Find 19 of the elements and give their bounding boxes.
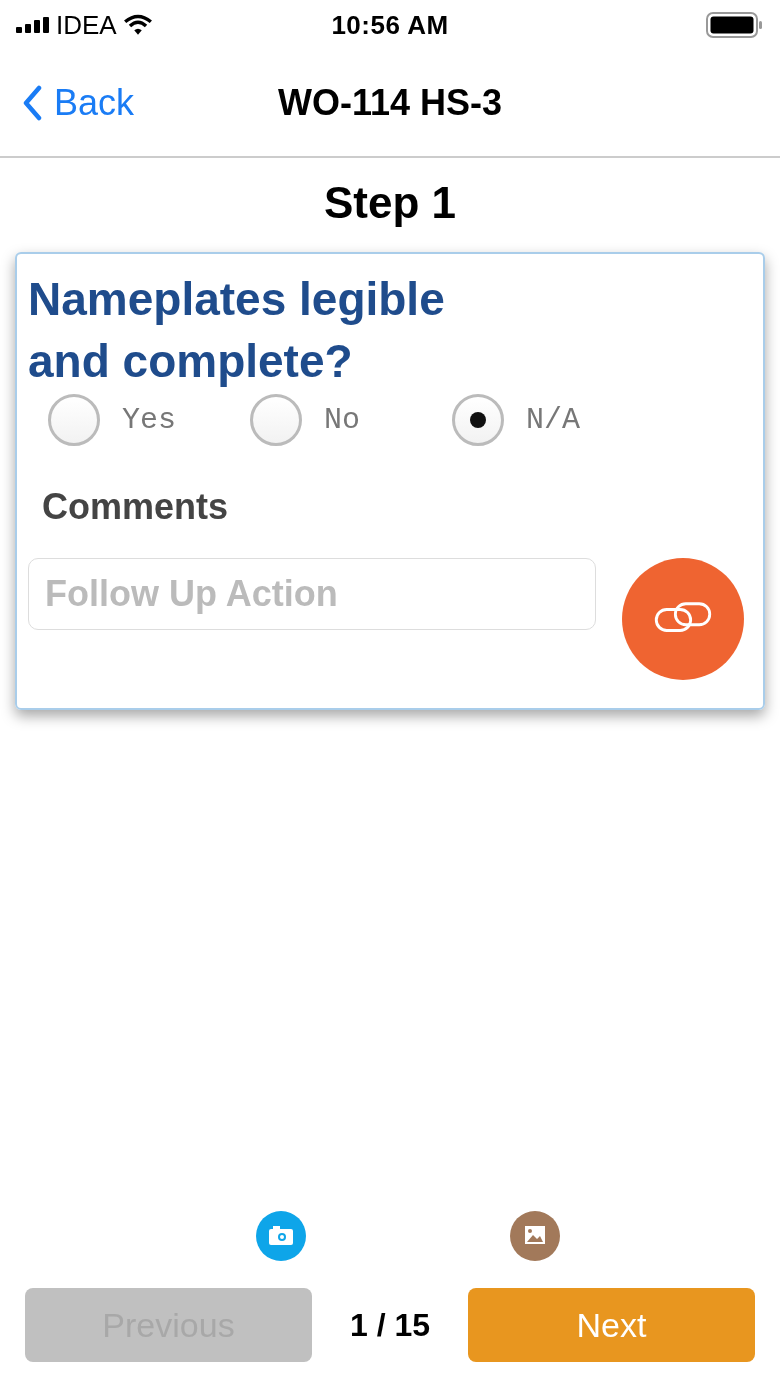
camera-icon[interactable] [256,1211,306,1261]
radio-option[interactable]: N/A [452,394,654,446]
wifi-icon [122,14,153,36]
carrier-name: IDEA [56,9,117,41]
back-button[interactable]: Back [0,82,135,124]
step-heading: Step 1 [323,178,456,229]
signal-icon [16,17,50,33]
comments-label: Comments [42,486,230,528]
radio-option[interactable]: Yes [48,394,250,446]
question-text: Nameplates legible and complete? [28,272,446,389]
next-button[interactable]: Next [468,1288,755,1362]
chevron-left-icon [22,85,42,121]
clock-time: 10:56 AM [331,9,449,41]
page-counter: 1 / 15 [349,1306,431,1344]
image-icon[interactable] [510,1211,560,1261]
battery-icon [706,12,764,38]
radio-option[interactable]: No [250,394,452,446]
follow-up-field[interactable]: Follow Up Action [28,558,596,630]
screen-title: WO-114 HS-3 [277,82,503,124]
